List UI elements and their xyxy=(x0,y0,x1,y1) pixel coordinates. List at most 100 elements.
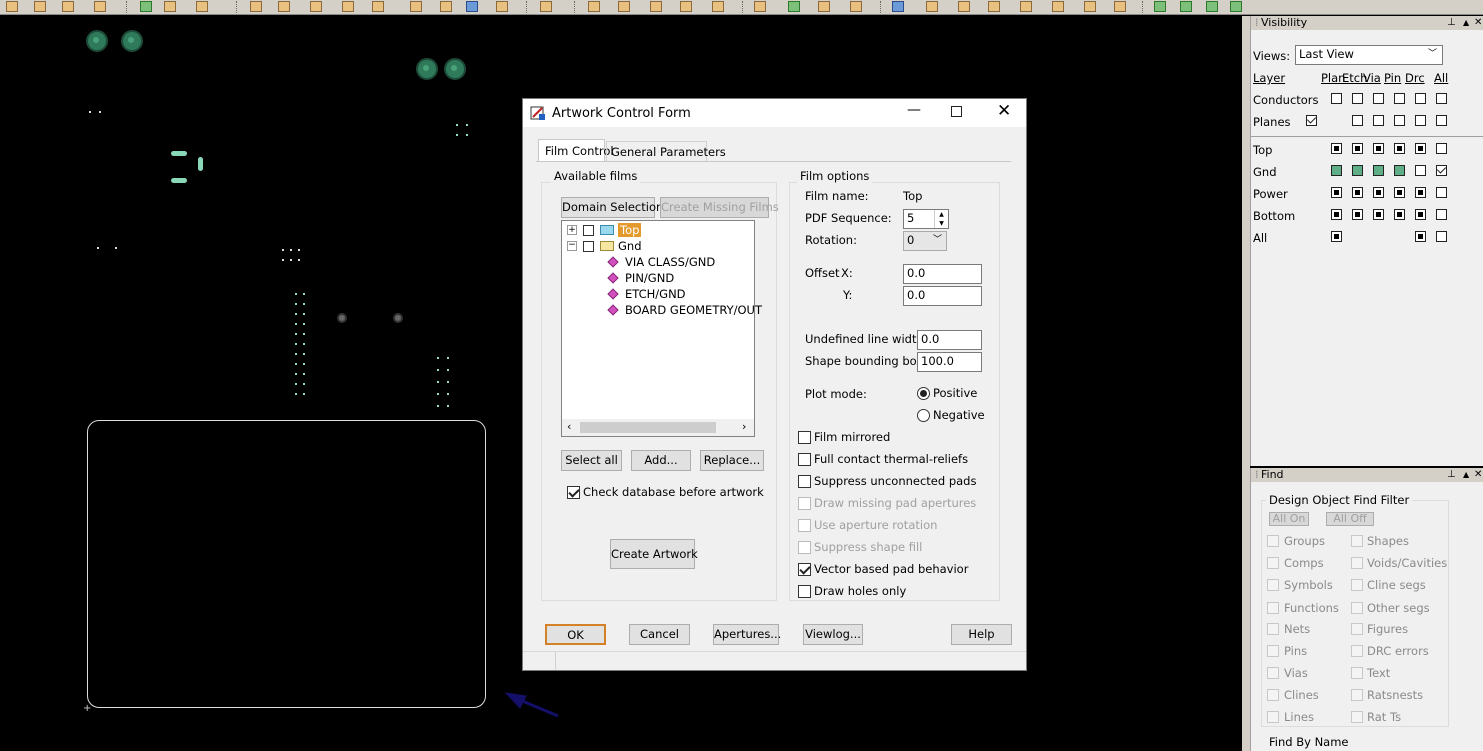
visibility-checkbox[interactable] xyxy=(1436,143,1447,154)
visibility-checkbox[interactable] xyxy=(1436,209,1447,220)
help-button[interactable]: Help xyxy=(951,624,1012,645)
apertures-button[interactable]: Apertures... xyxy=(713,624,781,645)
visibility-checkbox[interactable] xyxy=(1352,187,1363,198)
views-select[interactable]: Last View ﹀ xyxy=(1295,45,1443,65)
scrollbar-thumb[interactable] xyxy=(580,422,716,433)
find-checkbox-symbols[interactable] xyxy=(1267,579,1279,591)
cancel-button[interactable]: Cancel xyxy=(629,624,690,645)
viewlog-button[interactable]: Viewlog... xyxy=(803,624,863,645)
visibility-checkbox[interactable] xyxy=(1331,187,1342,198)
select-all-button[interactable]: Select all xyxy=(561,450,622,471)
spinner-icon[interactable]: ▲ ▼ xyxy=(934,210,948,228)
visibility-checkbox[interactable] xyxy=(1394,115,1405,126)
visibility-checkbox[interactable] xyxy=(1352,93,1363,104)
visibility-checkbox[interactable] xyxy=(1331,209,1342,220)
column-header-via[interactable]: Via xyxy=(1363,71,1381,85)
find-checkbox-groups[interactable] xyxy=(1267,535,1279,547)
tree-node-child[interactable]: ETCH/GND xyxy=(607,287,686,301)
pin-icon[interactable]: ⊥ xyxy=(1447,468,1456,482)
close-icon[interactable]: ✕ xyxy=(1474,16,1482,30)
find-checkbox-ratsnests[interactable] xyxy=(1351,689,1363,701)
visibility-checkbox[interactable] xyxy=(1331,231,1342,242)
find-checkbox-lines[interactable] xyxy=(1267,711,1279,723)
visibility-checkbox[interactable] xyxy=(1436,93,1447,104)
scroll-right-icon[interactable]: › xyxy=(742,420,746,433)
visibility-checkbox[interactable] xyxy=(1373,93,1384,104)
find-checkbox-text[interactable] xyxy=(1351,667,1363,679)
visibility-checkbox[interactable] xyxy=(1306,115,1317,126)
negative-radio[interactable] xyxy=(917,409,930,422)
create-artwork-button[interactable]: Create Artwork xyxy=(610,539,698,569)
find-checkbox-other-segs[interactable] xyxy=(1351,602,1363,614)
find-checkbox-voids-cavities[interactable] xyxy=(1351,557,1363,569)
panel-splitter[interactable] xyxy=(1242,16,1250,751)
visibility-checkbox[interactable] xyxy=(1373,143,1384,154)
find-checkbox-shapes[interactable] xyxy=(1351,535,1363,547)
visibility-checkbox[interactable] xyxy=(1394,187,1405,198)
visibility-checkbox[interactable] xyxy=(1394,165,1405,176)
scroll-left-icon[interactable]: ‹ xyxy=(567,420,571,433)
tree-checkbox[interactable] xyxy=(583,224,594,236)
tree-node-child[interactable]: PIN/GND xyxy=(607,271,674,285)
domain-selection-button[interactable]: Domain Selection xyxy=(561,197,663,218)
layer-header[interactable]: Layer xyxy=(1253,71,1285,85)
undefined-line-width-input[interactable]: 0.0 xyxy=(917,330,982,350)
visibility-checkbox[interactable] xyxy=(1436,115,1447,126)
tab-general-parameters[interactable]: General Parameters xyxy=(606,141,726,161)
tree-node-child[interactable]: VIA CLASS/GND xyxy=(607,255,715,269)
grip-icon[interactable]: ⁞ xyxy=(1255,16,1259,30)
visibility-checkbox[interactable] xyxy=(1436,187,1447,198)
find-checkbox-rat-ts[interactable] xyxy=(1351,711,1363,723)
visibility-checkbox[interactable] xyxy=(1373,209,1384,220)
collapse-icon[interactable]: ▲ xyxy=(1463,16,1469,30)
find-checkbox-functions[interactable] xyxy=(1267,602,1279,614)
replace-button[interactable]: Replace... xyxy=(700,450,764,471)
offset-y-input[interactable]: 0.0 xyxy=(903,286,982,306)
visibility-checkbox[interactable] xyxy=(1415,165,1426,176)
grip-icon[interactable]: ⁞ xyxy=(1255,468,1259,482)
vector-based-checkbox[interactable] xyxy=(798,563,811,576)
close-icon[interactable]: ✕ xyxy=(1474,468,1482,482)
visibility-checkbox[interactable] xyxy=(1415,231,1426,242)
visibility-checkbox[interactable] xyxy=(1373,115,1384,126)
visibility-checkbox[interactable] xyxy=(1373,187,1384,198)
visibility-checkbox[interactable] xyxy=(1394,143,1405,154)
tree-node-child[interactable]: BOARD GEOMETRY/OUT xyxy=(607,303,762,317)
positive-radio[interactable] xyxy=(917,387,930,400)
visibility-checkbox[interactable] xyxy=(1394,93,1405,104)
find-checkbox-cline-segs[interactable] xyxy=(1351,579,1363,591)
visibility-checkbox[interactable] xyxy=(1352,143,1363,154)
column-header-drc[interactable]: Drc xyxy=(1405,71,1425,85)
films-tree[interactable]: + Top − Gnd VIA CLASS/GND PIN/GND ETCH/G… xyxy=(561,220,762,437)
visibility-checkbox[interactable] xyxy=(1415,209,1426,220)
visibility-checkbox[interactable] xyxy=(1331,165,1342,176)
visibility-checkbox[interactable] xyxy=(1415,93,1426,104)
tree-node-gnd[interactable]: − Gnd xyxy=(567,239,642,253)
visibility-checkbox[interactable] xyxy=(1436,165,1447,176)
visibility-checkbox[interactable] xyxy=(1352,209,1363,220)
offset-x-input[interactable]: 0.0 xyxy=(903,264,982,284)
tab-film-control[interactable]: Film Control xyxy=(538,139,614,162)
find-checkbox-nets[interactable] xyxy=(1267,623,1279,635)
visibility-checkbox[interactable] xyxy=(1352,165,1363,176)
column-header-all[interactable]: All xyxy=(1434,71,1448,85)
visibility-checkbox[interactable] xyxy=(1415,143,1426,154)
tree-node-top[interactable]: + Top xyxy=(567,223,642,237)
find-checkbox-comps[interactable] xyxy=(1267,557,1279,569)
draw-holes-only-checkbox[interactable] xyxy=(798,585,811,598)
suppress-unconnected-checkbox[interactable] xyxy=(798,475,811,488)
find-checkbox-pins[interactable] xyxy=(1267,645,1279,657)
shape-bounding-box-input[interactable]: 100.0 xyxy=(917,352,982,372)
visibility-checkbox[interactable] xyxy=(1415,187,1426,198)
expand-icon[interactable]: + xyxy=(567,225,577,235)
rotation-select[interactable]: 0 ﹀ xyxy=(903,231,947,251)
find-checkbox-vias[interactable] xyxy=(1267,667,1279,679)
collapse-icon[interactable]: − xyxy=(567,241,577,251)
find-checkbox-figures[interactable] xyxy=(1351,623,1363,635)
visibility-checkbox[interactable] xyxy=(1436,231,1447,242)
visibility-checkbox[interactable] xyxy=(1331,93,1342,104)
visibility-checkbox[interactable] xyxy=(1373,165,1384,176)
visibility-checkbox[interactable] xyxy=(1415,115,1426,126)
add-button[interactable]: Add... xyxy=(631,450,691,471)
check-database-checkbox[interactable] xyxy=(567,486,580,499)
